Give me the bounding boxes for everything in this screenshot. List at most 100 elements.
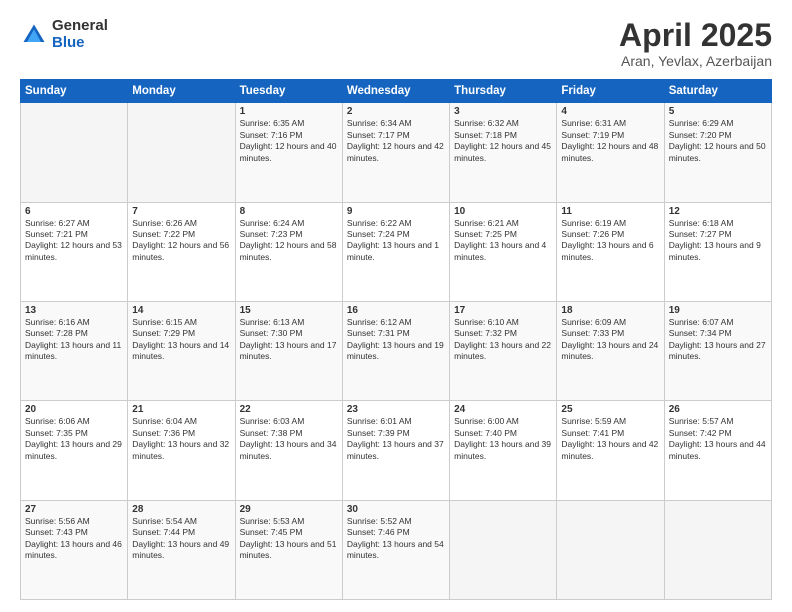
calendar-cell: 12Sunrise: 6:18 AMSunset: 7:27 PMDayligh…	[664, 202, 771, 301]
calendar-cell: 28Sunrise: 5:54 AMSunset: 7:44 PMDayligh…	[128, 500, 235, 599]
day-number: 23	[347, 404, 445, 415]
day-number: 22	[240, 404, 338, 415]
logo-icon	[20, 21, 48, 49]
calendar-cell: 10Sunrise: 6:21 AMSunset: 7:25 PMDayligh…	[450, 202, 557, 301]
calendar-week-2: 6Sunrise: 6:27 AMSunset: 7:21 PMDaylight…	[21, 202, 772, 301]
day-number: 3	[454, 106, 552, 117]
day-info: Sunrise: 5:53 AMSunset: 7:45 PMDaylight:…	[240, 516, 338, 562]
day-info: Sunrise: 5:52 AMSunset: 7:46 PMDaylight:…	[347, 516, 445, 562]
calendar-cell	[21, 103, 128, 202]
day-number: 13	[25, 305, 123, 316]
calendar-cell: 22Sunrise: 6:03 AMSunset: 7:38 PMDayligh…	[235, 401, 342, 500]
day-info: Sunrise: 6:16 AMSunset: 7:28 PMDaylight:…	[25, 317, 123, 363]
day-number: 25	[561, 404, 659, 415]
day-number: 8	[240, 206, 338, 217]
day-number: 18	[561, 305, 659, 316]
calendar-body: 1Sunrise: 6:35 AMSunset: 7:16 PMDaylight…	[21, 103, 772, 600]
calendar-cell	[557, 500, 664, 599]
calendar-cell: 5Sunrise: 6:29 AMSunset: 7:20 PMDaylight…	[664, 103, 771, 202]
day-info: Sunrise: 5:57 AMSunset: 7:42 PMDaylight:…	[669, 416, 767, 462]
day-info: Sunrise: 6:31 AMSunset: 7:19 PMDaylight:…	[561, 118, 659, 164]
day-number: 5	[669, 106, 767, 117]
calendar-cell	[664, 500, 771, 599]
day-number: 12	[669, 206, 767, 217]
day-info: Sunrise: 6:35 AMSunset: 7:16 PMDaylight:…	[240, 118, 338, 164]
day-info: Sunrise: 6:21 AMSunset: 7:25 PMDaylight:…	[454, 218, 552, 264]
calendar-cell: 19Sunrise: 6:07 AMSunset: 7:34 PMDayligh…	[664, 301, 771, 400]
calendar-cell: 30Sunrise: 5:52 AMSunset: 7:46 PMDayligh…	[342, 500, 449, 599]
calendar-cell	[128, 103, 235, 202]
calendar-cell: 21Sunrise: 6:04 AMSunset: 7:36 PMDayligh…	[128, 401, 235, 500]
day-info: Sunrise: 6:24 AMSunset: 7:23 PMDaylight:…	[240, 218, 338, 264]
day-info: Sunrise: 6:15 AMSunset: 7:29 PMDaylight:…	[132, 317, 230, 363]
day-number: 15	[240, 305, 338, 316]
weekday-header-sunday: Sunday	[21, 80, 128, 103]
day-info: Sunrise: 6:19 AMSunset: 7:26 PMDaylight:…	[561, 218, 659, 264]
calendar-week-1: 1Sunrise: 6:35 AMSunset: 7:16 PMDaylight…	[21, 103, 772, 202]
calendar-cell: 11Sunrise: 6:19 AMSunset: 7:26 PMDayligh…	[557, 202, 664, 301]
day-info: Sunrise: 6:03 AMSunset: 7:38 PMDaylight:…	[240, 416, 338, 462]
day-info: Sunrise: 6:04 AMSunset: 7:36 PMDaylight:…	[132, 416, 230, 462]
calendar-cell: 27Sunrise: 5:56 AMSunset: 7:43 PMDayligh…	[21, 500, 128, 599]
calendar-cell: 2Sunrise: 6:34 AMSunset: 7:17 PMDaylight…	[342, 103, 449, 202]
day-info: Sunrise: 5:56 AMSunset: 7:43 PMDaylight:…	[25, 516, 123, 562]
calendar-week-5: 27Sunrise: 5:56 AMSunset: 7:43 PMDayligh…	[21, 500, 772, 599]
weekday-header-saturday: Saturday	[664, 80, 771, 103]
day-number: 9	[347, 206, 445, 217]
day-number: 30	[347, 504, 445, 515]
calendar-cell	[450, 500, 557, 599]
day-number: 20	[25, 404, 123, 415]
calendar-week-4: 20Sunrise: 6:06 AMSunset: 7:35 PMDayligh…	[21, 401, 772, 500]
calendar-cell: 13Sunrise: 6:16 AMSunset: 7:28 PMDayligh…	[21, 301, 128, 400]
day-number: 16	[347, 305, 445, 316]
calendar-cell: 3Sunrise: 6:32 AMSunset: 7:18 PMDaylight…	[450, 103, 557, 202]
calendar-cell: 6Sunrise: 6:27 AMSunset: 7:21 PMDaylight…	[21, 202, 128, 301]
weekday-header-monday: Monday	[128, 80, 235, 103]
weekday-header-tuesday: Tuesday	[235, 80, 342, 103]
calendar-cell: 8Sunrise: 6:24 AMSunset: 7:23 PMDaylight…	[235, 202, 342, 301]
day-number: 28	[132, 504, 230, 515]
calendar-cell: 4Sunrise: 6:31 AMSunset: 7:19 PMDaylight…	[557, 103, 664, 202]
day-info: Sunrise: 6:32 AMSunset: 7:18 PMDaylight:…	[454, 118, 552, 164]
day-info: Sunrise: 6:18 AMSunset: 7:27 PMDaylight:…	[669, 218, 767, 264]
calendar-cell: 17Sunrise: 6:10 AMSunset: 7:32 PMDayligh…	[450, 301, 557, 400]
day-info: Sunrise: 6:07 AMSunset: 7:34 PMDaylight:…	[669, 317, 767, 363]
day-number: 7	[132, 206, 230, 217]
logo-blue-text: Blue	[52, 35, 108, 52]
calendar-cell: 29Sunrise: 5:53 AMSunset: 7:45 PMDayligh…	[235, 500, 342, 599]
weekday-header-thursday: Thursday	[450, 80, 557, 103]
calendar-cell: 7Sunrise: 6:26 AMSunset: 7:22 PMDaylight…	[128, 202, 235, 301]
day-number: 14	[132, 305, 230, 316]
day-number: 11	[561, 206, 659, 217]
subtitle: Aran, Yevlax, Azerbaijan	[619, 53, 772, 69]
day-number: 2	[347, 106, 445, 117]
calendar-week-3: 13Sunrise: 6:16 AMSunset: 7:28 PMDayligh…	[21, 301, 772, 400]
calendar-cell: 16Sunrise: 6:12 AMSunset: 7:31 PMDayligh…	[342, 301, 449, 400]
weekday-row: SundayMondayTuesdayWednesdayThursdayFrid…	[21, 80, 772, 103]
day-info: Sunrise: 6:29 AMSunset: 7:20 PMDaylight:…	[669, 118, 767, 164]
day-info: Sunrise: 6:01 AMSunset: 7:39 PMDaylight:…	[347, 416, 445, 462]
day-info: Sunrise: 6:34 AMSunset: 7:17 PMDaylight:…	[347, 118, 445, 164]
day-info: Sunrise: 6:09 AMSunset: 7:33 PMDaylight:…	[561, 317, 659, 363]
day-number: 6	[25, 206, 123, 217]
day-info: Sunrise: 6:00 AMSunset: 7:40 PMDaylight:…	[454, 416, 552, 462]
weekday-header-friday: Friday	[557, 80, 664, 103]
calendar-cell: 1Sunrise: 6:35 AMSunset: 7:16 PMDaylight…	[235, 103, 342, 202]
day-info: Sunrise: 6:13 AMSunset: 7:30 PMDaylight:…	[240, 317, 338, 363]
calendar-cell: 14Sunrise: 6:15 AMSunset: 7:29 PMDayligh…	[128, 301, 235, 400]
logo: General Blue	[20, 18, 108, 51]
day-info: Sunrise: 6:12 AMSunset: 7:31 PMDaylight:…	[347, 317, 445, 363]
day-number: 10	[454, 206, 552, 217]
header: General Blue April 2025 Aran, Yevlax, Az…	[20, 18, 772, 69]
main-title: April 2025	[619, 18, 772, 53]
day-number: 17	[454, 305, 552, 316]
day-number: 1	[240, 106, 338, 117]
calendar-cell: 23Sunrise: 6:01 AMSunset: 7:39 PMDayligh…	[342, 401, 449, 500]
calendar-cell: 9Sunrise: 6:22 AMSunset: 7:24 PMDaylight…	[342, 202, 449, 301]
day-number: 27	[25, 504, 123, 515]
day-info: Sunrise: 6:22 AMSunset: 7:24 PMDaylight:…	[347, 218, 445, 264]
day-number: 4	[561, 106, 659, 117]
day-number: 19	[669, 305, 767, 316]
title-section: April 2025 Aran, Yevlax, Azerbaijan	[619, 18, 772, 69]
calendar-table: SundayMondayTuesdayWednesdayThursdayFrid…	[20, 79, 772, 600]
